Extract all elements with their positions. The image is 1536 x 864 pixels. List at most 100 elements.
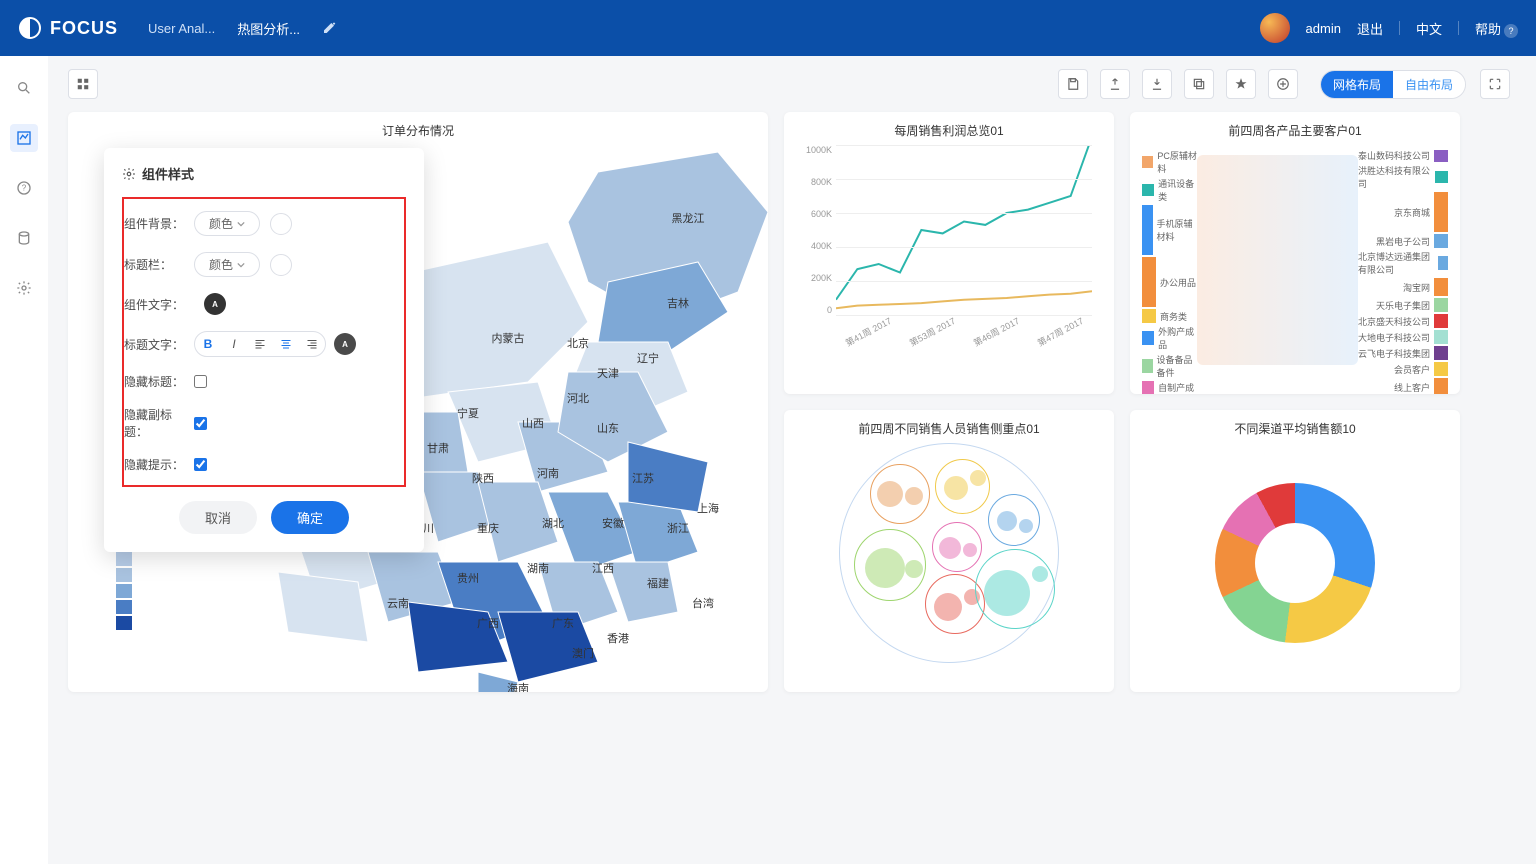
logout-link[interactable]: 退出 bbox=[1357, 19, 1383, 38]
edit-icon[interactable] bbox=[322, 19, 338, 38]
hide-tip-label: 隐藏提示： bbox=[124, 456, 194, 473]
svg-text:福建: 福建 bbox=[647, 576, 669, 590]
svg-text:上海: 上海 bbox=[697, 501, 719, 515]
toolbar: 网格布局 自由布局 bbox=[68, 56, 1516, 112]
svg-text:台湾: 台湾 bbox=[692, 596, 714, 610]
topbar-right: admin 退出 中文 帮助? bbox=[1260, 13, 1518, 43]
format-group: B I bbox=[194, 331, 326, 357]
sidebar: ? bbox=[0, 56, 48, 864]
svg-text:湖南: 湖南 bbox=[527, 562, 549, 575]
svg-text:江西: 江西 bbox=[592, 562, 614, 575]
svg-text:黑龙江: 黑龙江 bbox=[672, 212, 705, 225]
title-text-color-swatch[interactable]: A bbox=[334, 333, 356, 355]
star-icon[interactable] bbox=[1226, 69, 1256, 99]
divider bbox=[1399, 21, 1400, 35]
grid-view-icon[interactable] bbox=[68, 69, 98, 99]
help-icon[interactable]: ? bbox=[10, 174, 38, 202]
popover-title: 组件样式 bbox=[142, 164, 194, 183]
nav-tab-heatmap-analysis[interactable]: 热图分析... bbox=[237, 19, 300, 38]
svg-text:重庆: 重庆 bbox=[477, 521, 499, 535]
widget-title: 前四周不同销售人员销售侧重点01 bbox=[796, 420, 1102, 437]
save-icon[interactable] bbox=[1058, 69, 1088, 99]
hide-subtitle-checkbox[interactable] bbox=[194, 417, 207, 430]
svg-text:浙江: 浙江 bbox=[667, 522, 689, 535]
widget-title: 不同渠道平均销售额10 bbox=[1142, 420, 1448, 437]
download-icon[interactable] bbox=[1142, 69, 1172, 99]
help-badge-icon: ? bbox=[1504, 24, 1518, 38]
donut-widget[interactable]: 不同渠道平均销售额10 bbox=[1130, 410, 1460, 692]
language-link[interactable]: 中文 bbox=[1416, 19, 1442, 38]
donut-chart bbox=[1142, 443, 1448, 683]
titlebar-label: 标题栏： bbox=[124, 256, 194, 273]
hide-title-checkbox[interactable] bbox=[194, 375, 207, 388]
titlebar-color-select[interactable]: 颜色 bbox=[194, 252, 260, 277]
cancel-button[interactable]: 取消 bbox=[179, 501, 257, 534]
svg-text:内蒙古: 内蒙古 bbox=[492, 331, 525, 345]
svg-text:云南: 云南 bbox=[387, 597, 409, 610]
dashboard-icon[interactable] bbox=[10, 124, 38, 152]
export-icon[interactable] bbox=[1100, 69, 1130, 99]
svg-text:山东: 山东 bbox=[597, 422, 619, 435]
line-chart-widget[interactable]: 每周销售利润总览01 1000K800K600K400K200K0 第41周 2… bbox=[784, 112, 1114, 394]
logo-icon bbox=[18, 16, 42, 40]
widget-title: 前四周各产品主要客户01 bbox=[1142, 122, 1448, 139]
bold-button[interactable]: B bbox=[195, 332, 221, 356]
svg-text:香港: 香港 bbox=[607, 632, 629, 645]
data-icon[interactable] bbox=[10, 224, 38, 252]
layout-toggle: 网格布局 自由布局 bbox=[1320, 70, 1466, 99]
svg-text:辽宁: 辽宁 bbox=[637, 351, 659, 365]
chevron-down-icon bbox=[237, 261, 245, 269]
topbar: FOCUS User Anal... 热图分析... admin 退出 中文 帮… bbox=[0, 0, 1536, 56]
italic-button[interactable]: I bbox=[221, 332, 247, 356]
popover-header: 组件样式 bbox=[122, 164, 406, 183]
svg-text:澳门: 澳门 bbox=[572, 646, 594, 660]
avatar[interactable] bbox=[1260, 13, 1290, 43]
settings-icon[interactable] bbox=[10, 274, 38, 302]
titlebar-color-swatch[interactable] bbox=[270, 254, 292, 276]
logo: FOCUS bbox=[18, 16, 118, 40]
add-icon[interactable] bbox=[1268, 69, 1298, 99]
nav-tab-user-analysis[interactable]: User Anal... bbox=[148, 21, 215, 36]
svg-text:海南: 海南 bbox=[507, 681, 529, 692]
svg-text:北京: 北京 bbox=[567, 336, 589, 350]
svg-text:江苏: 江苏 bbox=[632, 472, 654, 485]
layout-free-button[interactable]: 自由布局 bbox=[1393, 71, 1465, 98]
main-area: 网格布局 自由布局 订单分布情况 bbox=[48, 56, 1536, 864]
text-color-swatch[interactable]: A bbox=[204, 293, 226, 315]
brand-text: FOCUS bbox=[50, 18, 118, 39]
svg-text:A: A bbox=[342, 340, 348, 349]
svg-text:湖北: 湖北 bbox=[542, 517, 564, 530]
sankey-widget[interactable]: 前四周各产品主要客户01 PC原辅材料通讯设备类手机原辅材料办公用品商务类外购产… bbox=[1130, 112, 1460, 394]
bg-color-swatch[interactable] bbox=[270, 213, 292, 235]
bg-color-select[interactable]: 颜色 bbox=[194, 211, 260, 236]
svg-text:贵州: 贵州 bbox=[457, 572, 479, 585]
popover-actions: 取消 确定 bbox=[122, 501, 406, 534]
help-link[interactable]: 帮助? bbox=[1475, 19, 1518, 38]
widget-title: 每周销售利润总览01 bbox=[796, 122, 1102, 139]
bubble-widget[interactable]: 前四周不同销售人员销售侧重点01 bbox=[784, 410, 1114, 692]
packed-bubble-chart bbox=[839, 443, 1059, 663]
layout-grid-button[interactable]: 网格布局 bbox=[1321, 71, 1393, 98]
gear-icon bbox=[122, 167, 136, 181]
svg-text:陕西: 陕西 bbox=[472, 471, 494, 485]
svg-text:山西: 山西 bbox=[522, 417, 544, 430]
align-right-button[interactable] bbox=[299, 332, 325, 356]
hide-title-label: 隐藏标题： bbox=[124, 373, 194, 390]
username: admin bbox=[1306, 21, 1341, 36]
copy-icon[interactable] bbox=[1184, 69, 1214, 99]
align-center-button[interactable] bbox=[273, 332, 299, 356]
align-left-button[interactable] bbox=[247, 332, 273, 356]
sankey-chart: PC原辅材料通讯设备类手机原辅材料办公用品商务类外购产成品设备备品备件自制产成品… bbox=[1142, 145, 1448, 375]
highlighted-settings-group: 组件背景： 颜色 标题栏： 颜色 组件文字： A 标题文字： B bbox=[122, 197, 406, 487]
svg-text:吉林: 吉林 bbox=[667, 296, 689, 310]
text-color-label: 组件文字： bbox=[124, 296, 194, 313]
hide-tip-checkbox[interactable] bbox=[194, 458, 207, 471]
search-icon[interactable] bbox=[10, 74, 38, 102]
fullscreen-icon[interactable] bbox=[1480, 69, 1510, 99]
svg-text:河南: 河南 bbox=[537, 467, 559, 480]
ok-button[interactable]: 确定 bbox=[271, 501, 349, 534]
chevron-down-icon bbox=[237, 220, 245, 228]
style-popover: 组件样式 组件背景： 颜色 标题栏： 颜色 组件文字： A 标 bbox=[104, 148, 424, 552]
nav-tabs: User Anal... 热图分析... bbox=[148, 19, 338, 38]
svg-text:安徽: 安徽 bbox=[602, 516, 624, 530]
